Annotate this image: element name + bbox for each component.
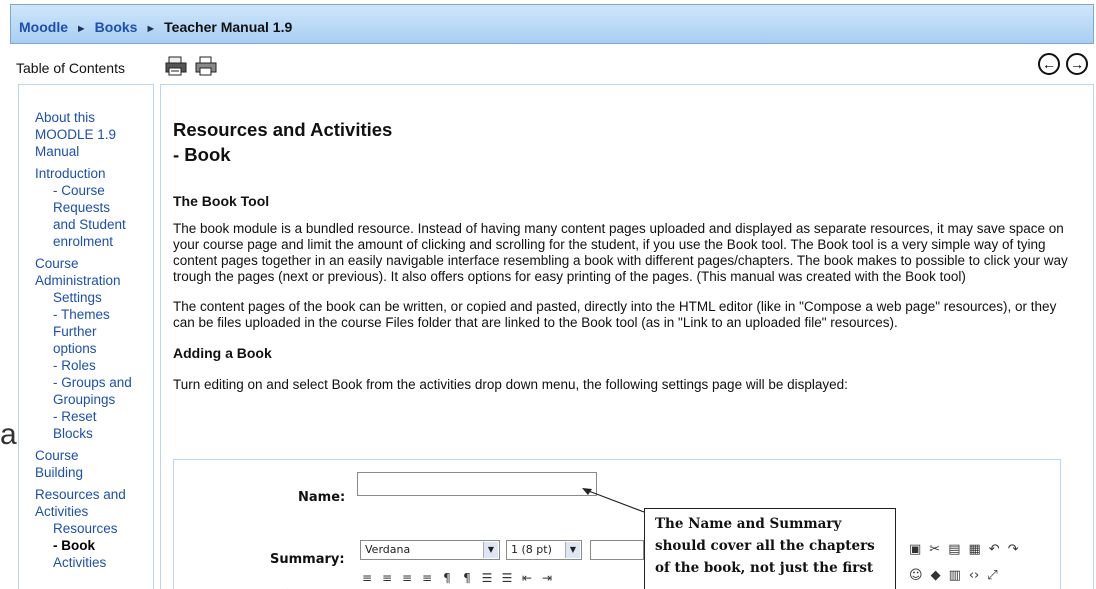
print-book-icon[interactable] (165, 56, 187, 76)
chevron-down-icon: ▼ (483, 542, 498, 558)
html-source-icon[interactable]: ‹› (969, 568, 979, 583)
toc-link[interactable]: Course (35, 447, 153, 464)
html-editor-toolbar: Verdana ▼ 1 (8 pt) ▼ ≡ ≡ ≡ ≡ ¶ ¶ ☰ ☰ ⇤ ⇥ (360, 540, 644, 589)
toc-link[interactable]: Further (35, 323, 153, 340)
breadcrumb: Moodle ► Books ► Teacher Manual 1.9 (10, 4, 1094, 44)
undo-icon[interactable]: ↶ (989, 542, 1000, 557)
breadcrumb-books[interactable]: Books (95, 19, 138, 35)
special-char-icon[interactable]: ◆ (931, 568, 941, 583)
toc-link[interactable]: MOODLE 1.9 (35, 126, 153, 143)
toc-link[interactable]: - Roles (35, 357, 153, 374)
paragraph-content-pages: The content pages of the book can be wri… (173, 299, 1057, 330)
print-chapter-icon[interactable] (195, 56, 217, 76)
ltr-icon[interactable]: ¶ (440, 570, 454, 586)
chevron-down-icon: ▼ (565, 542, 580, 558)
toc-link[interactable]: Activities (35, 554, 153, 571)
toc-header: Table of Contents (16, 60, 125, 76)
toc-link[interactable]: options (35, 340, 153, 357)
breadcrumb-current: Teacher Manual 1.9 (164, 19, 293, 35)
toc-link[interactable]: Administration (35, 272, 153, 289)
toc-link[interactable]: Introduction (35, 165, 153, 182)
toc-link[interactable]: Groupings (35, 391, 153, 408)
breadcrumb-separator: ► (75, 23, 87, 35)
font-select[interactable]: Verdana ▼ (360, 540, 500, 560)
content-panel: Resources and Activities - Book The Book… (160, 84, 1094, 589)
toc-link[interactable]: Activities (35, 503, 153, 520)
cut-icon[interactable]: ✂ (929, 542, 940, 557)
editor-format-row: ≡ ≡ ≡ ≡ ¶ ¶ ☰ ☰ ⇤ ⇥ (360, 570, 554, 586)
smiley-icon[interactable]: ☺ (909, 568, 923, 583)
stray-letter: a (0, 418, 17, 451)
fullscreen-icon[interactable]: ⤢ (987, 568, 997, 583)
toc-link[interactable]: enrolment (35, 233, 153, 250)
size-select[interactable]: 1 (8 pt) ▼ (506, 540, 582, 560)
name-label: Name: (298, 490, 346, 505)
font-select-value: Verdana (365, 543, 411, 556)
page-title-line2: - Book (173, 144, 231, 165)
rtl-icon[interactable]: ¶ (460, 570, 474, 586)
toc-link[interactable]: Requests (35, 199, 153, 216)
align-center-icon[interactable]: ≡ (380, 570, 394, 586)
toc-link[interactable]: Resources (35, 520, 153, 537)
summary-label: Summary: (270, 552, 345, 567)
page-title-line1: Resources and Activities (173, 119, 393, 140)
toc-current-item: - Book (53, 538, 95, 553)
toc-panel: About this MOODLE 1.9 Manual Introduction - … (18, 84, 154, 589)
justify-icon[interactable]: ≡ (420, 570, 434, 586)
toc-link[interactable]: Blocks (35, 425, 153, 442)
page-title: Resources and Activities - Book (173, 117, 1081, 167)
section-heading-adding-book: Adding a Book (173, 345, 272, 361)
toc-link[interactable]: - Course (35, 182, 153, 199)
size-select-value: 1 (8 pt) (511, 543, 552, 556)
ordered-list-icon[interactable]: ☰ (480, 570, 494, 586)
settings-form: Name: Summary: Verdana ▼ 1 (8 pt) ▼ ≡ ≡ … (173, 459, 1061, 589)
paragraph-adding-book: Turn editing on and select Book from the… (173, 377, 848, 392)
toc-link[interactable]: Settings (35, 289, 153, 306)
chapter-nav: ← → (1038, 53, 1088, 75)
print-toolbar (165, 56, 217, 76)
breadcrumb-separator: ► (145, 23, 157, 35)
editor-toolbar-right: ▣ ✂ ▤ ▦ ↶ ↷ ☺ ◆ ▥ ‹› ⤢ (909, 540, 1059, 589)
name-input[interactable] (357, 472, 597, 496)
toc-link[interactable]: Building (35, 464, 153, 481)
next-chapter-icon[interactable]: → (1066, 53, 1088, 75)
section-heading-book-tool: The Book Tool (173, 193, 270, 209)
paste-icon[interactable]: ▣ (909, 542, 921, 557)
outdent-icon[interactable]: ⇤ (520, 570, 534, 586)
toc-link[interactable]: About this (35, 109, 153, 126)
unordered-list-icon[interactable]: ☰ (500, 570, 514, 586)
toc-link[interactable]: Manual (35, 143, 153, 160)
toc-link[interactable]: Resources and (35, 486, 153, 503)
copy-icon[interactable]: ▤ (948, 542, 960, 557)
align-right-icon[interactable]: ≡ (400, 570, 414, 586)
clean-word-icon[interactable]: ▦ (969, 542, 981, 557)
paragraph-book-tool: The book module is a bundled resource. I… (173, 221, 1068, 284)
format-select[interactable] (590, 540, 644, 560)
previous-chapter-icon[interactable]: ← (1038, 53, 1060, 75)
toc-link[interactable]: and Student (35, 216, 153, 233)
toc-link[interactable]: Course (35, 255, 153, 272)
toc-link[interactable]: - Reset (35, 408, 153, 425)
breadcrumb-moodle[interactable]: Moodle (19, 19, 68, 35)
redo-icon[interactable]: ↷ (1008, 542, 1019, 557)
callout-note: The Name and Summary should cover all th… (644, 508, 896, 589)
indent-icon[interactable]: ⇥ (540, 570, 554, 586)
table-icon[interactable]: ▥ (949, 568, 961, 583)
toc-link[interactable]: - Themes (35, 306, 153, 323)
align-left-icon[interactable]: ≡ (360, 570, 374, 586)
toc-link[interactable]: - Groups and (35, 374, 153, 391)
